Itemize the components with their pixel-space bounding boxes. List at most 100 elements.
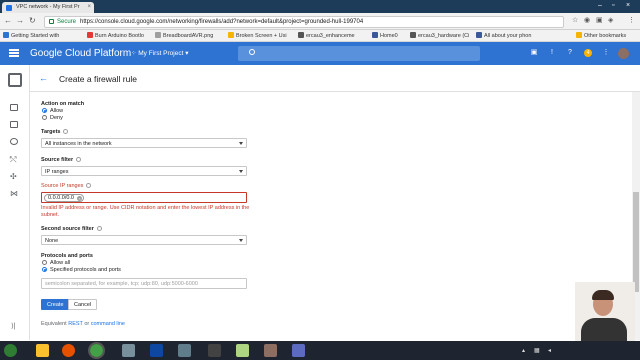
extension-icon[interactable]: ◉ xyxy=(584,16,590,24)
deny-radio-label: Deny xyxy=(50,115,63,121)
chip-remove-icon[interactable]: × xyxy=(77,195,82,201)
bookmark-item[interactable]: Getting Started with xyxy=(3,32,59,39)
action-on-match-label: Action on match xyxy=(41,101,85,107)
bookmark-icon xyxy=(298,32,304,38)
bookmark-item[interactable]: Broken Screen + Usi xyxy=(228,32,287,39)
bookmark-label: Burn Arduino Bootlo xyxy=(95,33,144,39)
back-nav-icon[interactable]: ← xyxy=(4,16,12,25)
external-ip-icon[interactable] xyxy=(10,121,18,128)
source-ip-ranges-label: Source IP ranges xyxy=(41,183,92,189)
second-source-filter-select[interactable]: None xyxy=(41,235,247,245)
cancel-button[interactable]: Cancel xyxy=(68,299,98,310)
webcam-overlay xyxy=(575,282,635,342)
browser-tab[interactable]: VPC network - My First Pr × xyxy=(2,2,94,13)
left-nav-rail: ⤲ ✣ ⋈ ⟩| xyxy=(0,65,30,340)
alert-icon[interactable]: ! xyxy=(548,49,556,57)
app-icon[interactable] xyxy=(236,344,249,357)
back-arrow-icon[interactable]: ← xyxy=(39,73,48,83)
close-tab-icon[interactable]: × xyxy=(87,4,91,10)
bookmark-item[interactable]: ercau3_enhanceme xyxy=(298,32,355,39)
protocols-input[interactable]: semicolon separated, for example, tcp; u… xyxy=(41,278,247,289)
chevron-down-icon: ▾ xyxy=(183,50,189,57)
scrollbar-thumb[interactable] xyxy=(633,192,639,292)
help-icon[interactable] xyxy=(86,183,92,188)
bookmark-item[interactable]: Home0 xyxy=(372,32,398,39)
vpc-peering-icon[interactable]: ✣ xyxy=(10,172,18,181)
chrome-menu-icon[interactable]: ⋮ xyxy=(628,16,635,24)
app-icon[interactable] xyxy=(122,344,135,357)
targets-select[interactable]: All instances in the network xyxy=(41,138,247,148)
extension-icon[interactable]: ◈ xyxy=(608,16,613,24)
reload-icon[interactable]: ↻ xyxy=(29,16,36,25)
help-icon[interactable] xyxy=(63,129,69,134)
help-icon[interactable]: ? xyxy=(566,49,574,57)
bookmark-item[interactable]: ercau3_hardware (Ci xyxy=(410,32,469,39)
star-icon[interactable]: ☆ xyxy=(572,16,578,24)
bookmark-item[interactable]: All about your phon xyxy=(476,32,531,39)
app-icon[interactable] xyxy=(264,344,277,357)
presenter-hair xyxy=(592,290,614,300)
secure-label: Secure xyxy=(57,19,77,25)
project-selector[interactable]: ⁘ My First Project ▾ xyxy=(131,49,189,57)
collapse-nav-icon[interactable]: ⟩| xyxy=(11,322,16,330)
protocols-placeholder: semicolon separated, for example, tcp; u… xyxy=(45,281,198,287)
bookmark-icon xyxy=(155,32,161,38)
start-button-icon[interactable] xyxy=(4,344,17,357)
specified-protocols-radio[interactable]: Specified protocols and ports xyxy=(42,267,121,273)
minimize-icon[interactable]: – xyxy=(598,2,602,9)
app-icon[interactable] xyxy=(292,344,305,357)
source-ip-chip[interactable]: 0.0.0.0/0.0 × xyxy=(44,194,84,202)
more-vert-icon[interactable]: ⋮ xyxy=(602,49,610,57)
shared-vpc-icon[interactable]: ⋈ xyxy=(10,189,18,198)
maximize-icon[interactable]: ▫ xyxy=(612,2,614,9)
bookmark-item[interactable]: Burn Arduino Bootlo xyxy=(87,32,144,39)
search-icon xyxy=(249,49,255,55)
app-icon[interactable] xyxy=(178,344,191,357)
hamburger-menu-icon[interactable] xyxy=(9,49,19,57)
dropdown-arrow-icon xyxy=(239,170,243,173)
vpc-networks-icon[interactable] xyxy=(10,104,18,111)
source-ip-chip-text: 0.0.0.0/0.0 xyxy=(48,195,74,201)
lock-icon xyxy=(49,19,54,24)
deny-radio[interactable]: Deny xyxy=(42,115,63,121)
bookmark-item[interactable]: BreadboardAVR.png xyxy=(155,32,213,39)
allow-all-radio[interactable]: Allow all xyxy=(42,260,70,266)
dropdown-arrow-icon xyxy=(239,142,243,145)
volume-icon[interactable]: ◂ xyxy=(548,347,551,354)
chrome-icon[interactable] xyxy=(88,342,105,359)
forward-nav-icon[interactable]: → xyxy=(16,16,24,25)
bookmark-label: ercau3_enhanceme xyxy=(306,33,355,39)
avatar[interactable] xyxy=(618,48,629,59)
extension-icon[interactable]: ▣ xyxy=(596,16,603,24)
help-icon[interactable] xyxy=(96,226,102,231)
firewall-rules-icon[interactable] xyxy=(10,138,18,145)
window-close-icon[interactable]: × xyxy=(626,2,630,9)
tray-chevron-icon[interactable]: ▴ xyxy=(522,347,525,354)
cloud-shell-icon[interactable]: ▣ xyxy=(530,49,538,57)
file-explorer-icon[interactable] xyxy=(36,344,49,357)
firefox-icon[interactable] xyxy=(62,344,75,357)
source-filter-select[interactable]: IP ranges xyxy=(41,166,247,176)
radio-unchecked-icon xyxy=(42,115,47,120)
radio-checked-icon xyxy=(42,108,47,113)
rest-link[interactable]: REST xyxy=(68,321,83,327)
gcp-title[interactable]: Google Cloud Platform xyxy=(30,48,131,59)
source-ip-ranges-input[interactable]: 0.0.0.0/0.0 × xyxy=(41,192,247,203)
command-line-link[interactable]: command line xyxy=(91,321,125,327)
photoshop-icon[interactable] xyxy=(150,344,163,357)
os-taskbar: ▴ ▦ ◂ xyxy=(0,341,640,360)
create-button[interactable]: Create xyxy=(41,299,70,310)
page-header: ← Create a firewall rule xyxy=(30,65,640,92)
search-input[interactable] xyxy=(238,46,480,61)
notification-badge[interactable]: 4 xyxy=(584,49,592,57)
bookmark-label: All about your phon xyxy=(484,33,532,39)
browser-toolbar: ← → ↻ Secure https://console.cloud.google… xyxy=(0,13,640,30)
network-icon[interactable]: ▦ xyxy=(534,347,540,354)
routes-icon[interactable]: ⤲ xyxy=(10,155,18,164)
second-source-filter-label: Second source filter xyxy=(41,226,102,232)
help-icon[interactable] xyxy=(76,157,82,162)
allow-radio[interactable]: Allow xyxy=(42,108,63,114)
app-icon[interactable] xyxy=(208,344,221,357)
address-bar[interactable]: Secure https://console.cloud.google.com/n… xyxy=(44,16,564,28)
bookmark-item[interactable]: Other bookmarks xyxy=(576,32,626,39)
